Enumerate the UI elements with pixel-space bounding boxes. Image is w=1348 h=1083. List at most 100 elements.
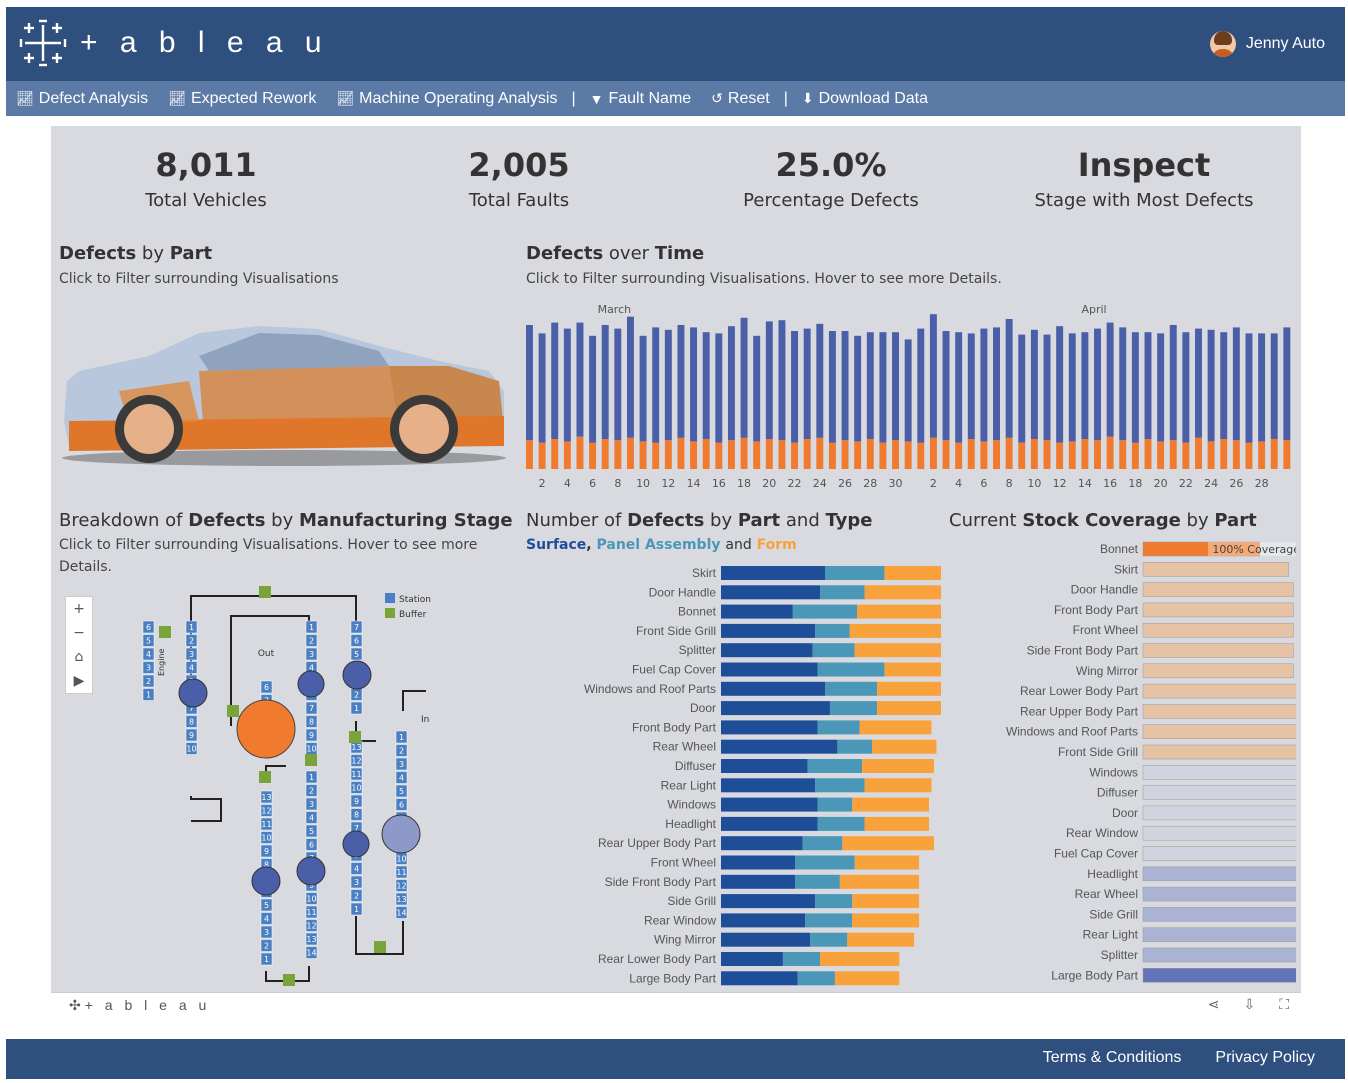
time-bar-top[interactable] [677,325,685,438]
part-type-bar[interactable] [721,952,783,966]
time-bar-bottom[interactable] [664,440,672,469]
stock-bar[interactable] [1142,825,1296,841]
time-bar-bottom[interactable] [1068,441,1076,469]
time-bar-bottom[interactable] [626,437,634,469]
time-bar-bottom[interactable] [1081,439,1089,469]
part-type-bar[interactable] [864,816,929,831]
time-bar-top[interactable] [702,332,710,439]
stock-bar[interactable] [1142,582,1294,597]
nav-reset[interactable]: ↺ Reset [711,90,770,108]
time-bar-bottom[interactable] [1056,442,1064,469]
part-type-bar[interactable] [815,778,865,793]
time-bar-bottom[interactable] [1270,439,1278,469]
time-bar-top[interactable] [614,328,622,441]
user-menu[interactable]: Jenny Auto [1209,31,1325,57]
time-bar-top[interactable] [690,327,698,442]
part-type-bar[interactable] [825,566,885,580]
time-bar-top[interactable] [841,331,849,441]
buffer-marker[interactable] [159,626,171,638]
part-type-bar[interactable] [854,643,941,658]
time-bar-bottom[interactable] [576,436,584,469]
part-type-bar[interactable] [721,720,818,735]
time-bar-top[interactable] [639,335,647,442]
manufacturing-stage-map[interactable]: 6543211234567891067891012345678910765432… [131,581,511,991]
time-bar-top[interactable] [1220,332,1228,439]
time-bar-bottom[interactable] [803,439,811,469]
time-bar-bottom[interactable] [1144,439,1152,469]
part-type-bar[interactable] [852,913,920,928]
part-type-bar[interactable] [721,913,806,928]
time-bar-bottom[interactable] [614,440,622,469]
time-bar-bottom[interactable] [1207,441,1215,469]
time-bar-bottom[interactable] [601,439,609,469]
stock-bar[interactable] [1142,866,1296,882]
time-bar-top[interactable] [942,331,950,441]
buffer-marker[interactable] [374,941,386,953]
time-bar-bottom[interactable] [639,441,647,469]
time-bar-bottom[interactable] [904,441,912,469]
footer-tableau-logo[interactable]: ✣+ a b l e a u [69,997,210,1014]
nav-defect-analysis[interactable]: 📈︎ Defect Analysis [16,90,148,108]
time-bar-top[interactable] [980,328,988,442]
time-bar-top[interactable] [563,328,571,442]
stock-bar[interactable] [1142,724,1296,739]
time-bar-bottom[interactable] [702,439,710,469]
time-bar-top[interactable] [917,328,925,443]
time-bar-top[interactable] [1005,319,1013,438]
part-type-bar[interactable] [721,894,816,909]
part-type-bar[interactable] [847,932,915,947]
time-bar-bottom[interactable] [740,437,748,469]
time-bar-bottom[interactable] [854,441,862,469]
car-part-image[interactable] [59,321,509,471]
time-bar-top[interactable] [1106,322,1114,437]
time-bar-bottom[interactable] [765,439,773,469]
time-bar-bottom[interactable] [1283,440,1291,469]
time-bar-top[interactable] [526,325,533,441]
time-bar-bottom[interactable] [1232,440,1240,469]
nav-download-data[interactable]: ⬇ Download Data [802,90,928,108]
defects-over-time-chart[interactable]: March April2 4 6 8 10 12 14 16 18 20 22 24 26 28 30 2 4 6 8… [521,296,1301,496]
part-type-bar[interactable] [802,836,843,851]
zoom-out-button[interactable]: − [66,621,92,645]
part-type-bar[interactable] [721,778,816,793]
terms-link[interactable]: Terms & Conditions [1043,1049,1182,1067]
stage-bubble[interactable] [381,814,421,854]
time-bar-top[interactable] [1081,332,1089,439]
part-type-bar[interactable] [795,855,855,870]
time-bar-bottom[interactable] [1018,442,1026,469]
time-bar-bottom[interactable] [1258,441,1266,469]
time-bar-top[interactable] [1068,333,1076,442]
time-bar-top[interactable] [740,317,748,438]
time-bar-bottom[interactable] [1043,440,1051,469]
part-type-bar[interactable] [721,932,811,947]
stock-bar[interactable] [1142,846,1296,861]
buffer-marker[interactable] [349,731,361,743]
part-type-bar[interactable] [721,836,803,851]
time-bar-top[interactable] [993,327,1000,441]
time-bar-top[interactable] [551,322,559,439]
time-bar-bottom[interactable] [538,442,546,469]
part-type-bar[interactable] [852,894,920,909]
share-icon[interactable]: ⋖ [1208,997,1220,1013]
time-bar-top[interactable] [1283,327,1291,441]
part-type-bar[interactable] [817,797,853,812]
stock-bar[interactable] [1142,947,1296,963]
time-bar-top[interactable] [715,333,723,443]
part-type-bar[interactable] [721,971,798,986]
time-bar-top[interactable] [1144,332,1152,439]
part-type-bar[interactable] [829,701,877,716]
time-bar-bottom[interactable] [917,442,925,469]
time-bar-top[interactable] [1030,329,1038,439]
part-type-bar[interactable] [857,604,941,619]
time-bar-top[interactable] [753,335,761,442]
time-bar-bottom[interactable] [1094,440,1101,469]
stage-bubble[interactable] [296,856,326,886]
part-type-bar[interactable] [782,952,821,966]
part-type-bar[interactable] [872,739,937,754]
part-type-bar[interactable] [721,874,796,889]
time-bar-bottom[interactable] [866,439,874,469]
part-type-bar[interactable] [884,566,941,580]
privacy-link[interactable]: Privacy Policy [1215,1049,1315,1067]
part-type-bar[interactable] [817,662,885,677]
stock-bar[interactable] [1142,907,1296,922]
